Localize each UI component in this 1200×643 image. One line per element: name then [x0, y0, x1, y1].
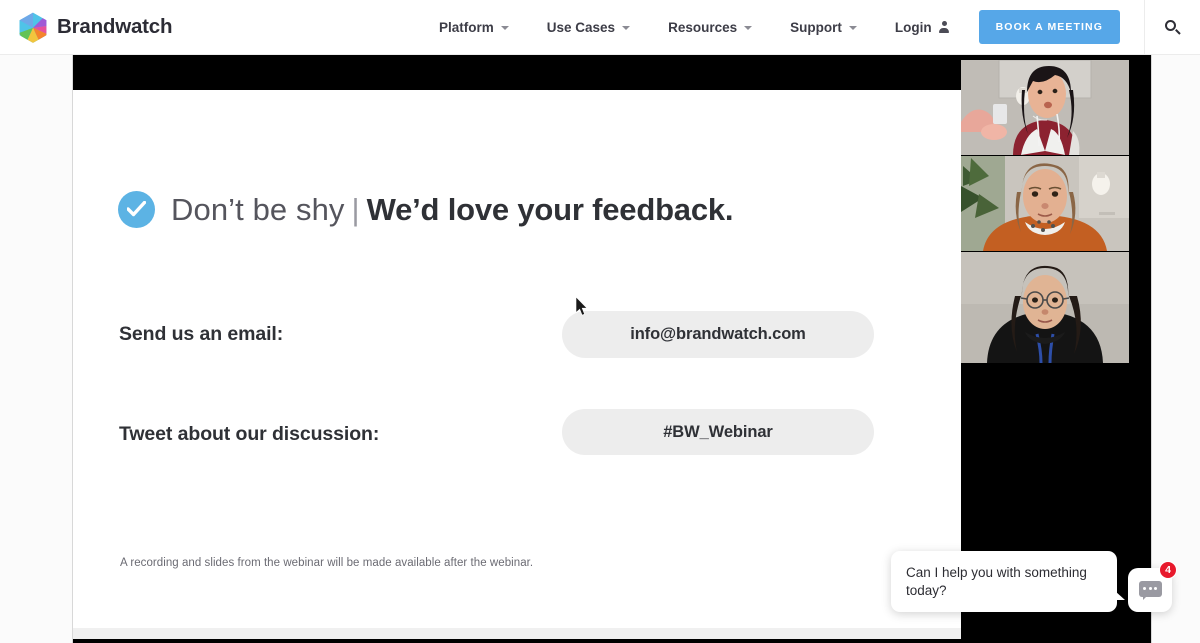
book-a-meeting-button[interactable]: BOOK A MEETING: [978, 10, 1120, 44]
nav-item-support[interactable]: Support: [771, 20, 876, 35]
headline-light-part: Don’t be shy: [171, 192, 345, 227]
participant-video-tile[interactable]: [961, 60, 1129, 155]
nav-item-label: Platform: [439, 19, 494, 35]
nav-item-label: Use Cases: [546, 19, 616, 35]
brand-name: Brandwatch: [57, 15, 173, 38]
chevron-down-icon: [500, 26, 509, 30]
participant-video-strip: [961, 60, 1129, 363]
nav-item-label: Support: [790, 19, 842, 35]
nav-item-label: Resources: [668, 19, 738, 35]
person-icon: [939, 21, 950, 33]
chevron-down-icon: [622, 26, 631, 30]
slide-footnote: A recording and slides from the webinar …: [120, 557, 534, 569]
nav-item-label: Login: [894, 19, 932, 35]
search-button[interactable]: [1145, 0, 1200, 55]
brandwatch-hexagon-logo-icon: [19, 12, 47, 43]
chat-unread-badge: 4: [1159, 561, 1177, 579]
nav-item-use-cases[interactable]: Use Cases: [528, 20, 649, 35]
tweet-row-label: Tweet about our discussion:: [119, 423, 380, 445]
chevron-down-icon: [848, 26, 857, 30]
check-circle-icon: [118, 191, 155, 228]
participant-video-tile[interactable]: [961, 252, 1129, 363]
site-header: Brandwatch Platform Use Cases Resources …: [0, 0, 1200, 55]
participant-video-tile[interactable]: [961, 156, 1129, 251]
search-icon: [1165, 19, 1181, 35]
headline-separator: |: [351, 192, 360, 227]
slide-headline: Don’t be shy | We’d love your feedback.: [171, 184, 734, 236]
chat-bubble-icon: [1138, 580, 1162, 600]
email-row-label: Send us an email:: [119, 323, 284, 345]
nav-item-resources[interactable]: Resources: [649, 20, 771, 35]
chat-greeting-bubble[interactable]: Can I help you with something today?: [891, 551, 1125, 612]
slide-bottom-strip: [73, 628, 961, 639]
mouse-pointer-icon: [575, 296, 589, 321]
nav-item-platform[interactable]: Platform: [420, 20, 528, 35]
hashtag-value-pill: #BW_Webinar: [562, 409, 874, 455]
primary-nav: Platform Use Cases Resources Support Log…: [420, 0, 1200, 55]
brand-logo-link[interactable]: Brandwatch: [19, 12, 173, 43]
presentation-slide: Don’t be shy | We’d love your feedback. Se…: [73, 90, 961, 639]
email-value-pill: info@brandwatch.com: [562, 311, 874, 358]
page-root: Brandwatch Platform Use Cases Resources …: [0, 0, 1200, 643]
nav-item-login[interactable]: Login: [876, 20, 969, 35]
chevron-down-icon: [744, 26, 753, 30]
headline-bold-part: We’d love your feedback.: [366, 192, 734, 227]
